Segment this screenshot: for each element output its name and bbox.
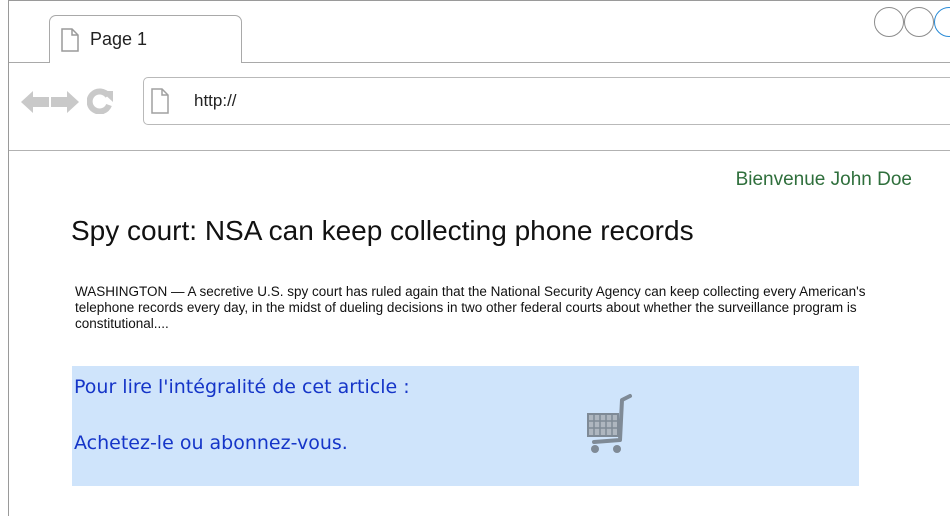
page-icon [61, 28, 79, 52]
shopping-cart-icon[interactable] [582, 392, 634, 462]
browser-toolbar: http:// [9, 63, 950, 151]
window-control-button[interactable] [934, 7, 950, 37]
browser-window: Page 1 http:// Bienvenue John Doe Spy co… [8, 0, 950, 516]
tab-title: Page 1 [90, 29, 148, 49]
article-headline: Spy court: NSA can keep collecting phone… [71, 215, 694, 246]
paywall-prompt: Pour lire l'intégralité de cet article : [74, 376, 410, 398]
reload-icon[interactable] [87, 88, 113, 114]
paywall-box[interactable]: Pour lire l'intégralité de cet article :… [72, 366, 859, 486]
address-bar[interactable]: http:// [143, 77, 950, 125]
paywall-buy-subscribe-link[interactable]: Achetez-le ou abonnez-vous. [74, 432, 348, 454]
article-summary: WASHINGTON — A secretive U.S. spy court … [75, 284, 866, 331]
browser-tab[interactable]: Page 1 [49, 15, 242, 63]
page-icon [151, 88, 169, 114]
window-controls [830, 7, 950, 39]
window-control-button[interactable] [874, 7, 904, 37]
tab-bar: Page 1 [9, 1, 950, 63]
window-control-button[interactable] [904, 7, 934, 37]
forward-arrow-icon[interactable] [51, 90, 79, 114]
page-content: Bienvenue John Doe Spy court: NSA can ke… [9, 151, 950, 517]
back-arrow-icon[interactable] [21, 90, 49, 114]
welcome-message: Bienvenue John Doe [735, 169, 912, 190]
address-input[interactable]: http:// [194, 91, 237, 111]
